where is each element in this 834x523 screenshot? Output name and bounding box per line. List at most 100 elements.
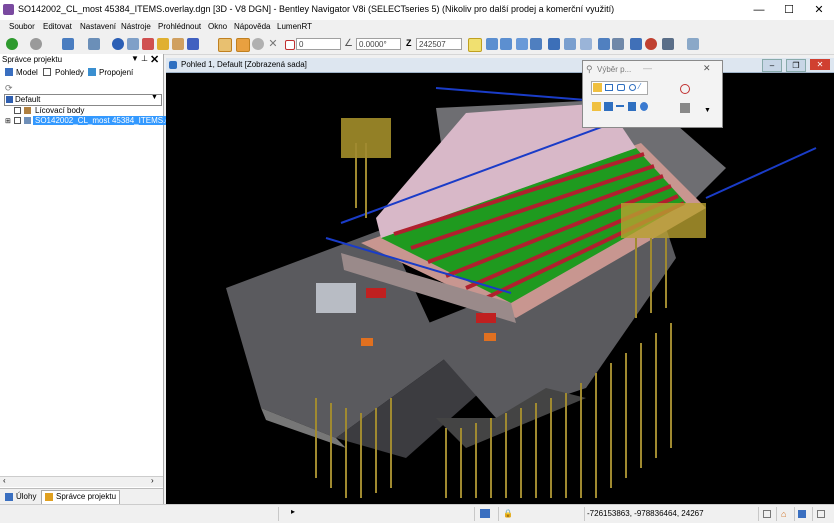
- info-icon[interactable]: [112, 38, 124, 50]
- highlight-icon[interactable]: [157, 38, 169, 50]
- title-bar: SO142002_CL_most 45384_ITEMS.overlay.dgn…: [0, 0, 834, 20]
- image-icon[interactable]: [172, 38, 184, 50]
- view-title-bar: Pohled 1, Default [Zobrazená sada] – ❐ ✕: [166, 58, 834, 73]
- menu-nastaveni[interactable]: Nastavení: [80, 22, 116, 31]
- measure-icon[interactable]: [127, 38, 139, 50]
- project-manager-panel: Správce projektu ▼ ⊥ ✕ Model Pohledy Pro…: [0, 53, 181, 505]
- camera-icon[interactable]: [598, 38, 610, 50]
- minimize-button[interactable]: —: [744, 0, 774, 20]
- stop-icon[interactable]: [645, 38, 657, 50]
- pin-icon[interactable]: ⊥: [141, 54, 148, 63]
- selection-tool-title: Výběr p...: [597, 65, 632, 74]
- refresh-icon[interactable]: ⟳: [5, 83, 13, 94]
- tab-model[interactable]: Model: [16, 68, 38, 77]
- scroll-right-icon[interactable]: ›: [151, 476, 154, 485]
- display-style-icon[interactable]: [630, 38, 642, 50]
- snap-mode-icon[interactable]: [236, 38, 250, 52]
- view-window[interactable]: [166, 58, 834, 504]
- grid-status-icon[interactable]: [817, 510, 825, 518]
- globe-select-icon[interactable]: [640, 102, 648, 111]
- window-area-icon[interactable]: [548, 38, 560, 50]
- panel-close-icon[interactable]: ✕: [150, 53, 159, 66]
- chevron-down-icon[interactable]: ▼: [704, 107, 711, 114]
- markup-icon[interactable]: [142, 38, 154, 50]
- rotation-field[interactable]: 0: [296, 38, 341, 50]
- previous-view-icon[interactable]: [564, 38, 576, 50]
- maximize-button[interactable]: ☐: [774, 0, 804, 20]
- zoom-icon[interactable]: [500, 38, 512, 50]
- menu-editovat[interactable]: Editovat: [43, 22, 72, 31]
- z-field[interactable]: 242507: [416, 38, 462, 50]
- shape-select-icon[interactable]: [617, 84, 625, 91]
- fit-view-icon[interactable]: [530, 38, 542, 50]
- lock-icon[interactable]: 🔒: [503, 507, 513, 521]
- selection-minimize-button[interactable]: —: [643, 63, 652, 73]
- angle-field[interactable]: 0.0000°: [356, 38, 401, 50]
- selection-options-row: [591, 101, 648, 113]
- view-restore-button[interactable]: ❐: [786, 59, 806, 72]
- menu-prohlednout[interactable]: Prohlédnout: [158, 22, 201, 31]
- view-rotate-icon[interactable]: [516, 38, 528, 50]
- checkbox[interactable]: [14, 117, 21, 124]
- filter-icon[interactable]: [680, 84, 690, 94]
- view-icon: [169, 61, 177, 69]
- status-cell: ▸: [278, 507, 474, 521]
- home-icon[interactable]: ⌂: [781, 507, 786, 521]
- selection-close-button[interactable]: ✕: [703, 63, 711, 74]
- view-close-button[interactable]: ✕: [810, 59, 830, 70]
- level-icon[interactable]: [798, 510, 806, 518]
- right-railing: [705, 147, 817, 199]
- line-select-icon[interactable]: ⁄: [639, 82, 640, 91]
- menu-okno[interactable]: Okno: [208, 22, 227, 31]
- views-tab-icon: [43, 68, 51, 76]
- selection-arrow-icon[interactable]: [593, 83, 602, 92]
- cross-icon[interactable]: ✕: [267, 38, 279, 50]
- tab-spravce-projektu[interactable]: Správce projektu: [41, 490, 120, 505]
- center-icon[interactable]: [252, 38, 264, 50]
- render-icon[interactable]: [612, 38, 624, 50]
- window-icon[interactable]: [763, 510, 771, 518]
- checkbox[interactable]: [14, 107, 21, 114]
- panel-menu-icon[interactable]: ▼: [131, 54, 139, 63]
- tree-item[interactable]: Lícovací body: [4, 106, 160, 116]
- z-label: Z: [406, 38, 412, 48]
- tree-item[interactable]: ⊞ SO142002_CL_most 45384_ITEMS.dgn: [4, 116, 181, 126]
- settings-icon[interactable]: [687, 38, 699, 50]
- menu-napoveda[interactable]: Nápověda: [234, 22, 270, 31]
- horizontal-scrollbar[interactable]: ‹ ›: [0, 476, 163, 487]
- model-select[interactable]: Default ▼: [4, 94, 162, 106]
- rectangle-select-icon[interactable]: [605, 84, 613, 91]
- clear-select-icon[interactable]: [628, 102, 636, 111]
- subtract-select-icon[interactable]: [604, 102, 613, 111]
- references-icon[interactable]: [88, 38, 100, 50]
- view-minimize-button[interactable]: –: [762, 59, 782, 72]
- chevron-down-icon[interactable]: ▼: [151, 94, 158, 101]
- menu-lumenrt[interactable]: LumenRT: [277, 22, 312, 31]
- snap-icon[interactable]: [218, 38, 232, 52]
- select-arrow-icon[interactable]: [468, 38, 482, 52]
- tab-ulohy[interactable]: Úlohy: [16, 492, 36, 501]
- open-icon[interactable]: [62, 38, 74, 50]
- tab-propojeni[interactable]: Propojení: [99, 68, 133, 77]
- menu-soubor[interactable]: Soubor: [9, 22, 35, 31]
- expand-icon[interactable]: ⊞: [5, 117, 11, 125]
- forward-icon[interactable]: [30, 38, 42, 50]
- menu-nastroje[interactable]: Nástroje: [121, 22, 151, 31]
- status-cell: [794, 507, 811, 521]
- snap-status-icon[interactable]: [480, 509, 490, 518]
- close-button[interactable]: ✕: [804, 0, 834, 20]
- back-icon[interactable]: [6, 38, 18, 50]
- circle-select-icon[interactable]: [629, 84, 636, 91]
- pointer-options-icon[interactable]: [680, 103, 690, 113]
- scroll-left-icon[interactable]: ‹: [3, 476, 6, 485]
- model-icon: [6, 96, 13, 103]
- grid-icon[interactable]: [187, 38, 199, 50]
- add-select-icon[interactable]: [592, 102, 601, 111]
- view-settings-icon[interactable]: [662, 38, 674, 50]
- next-view-icon[interactable]: [580, 38, 592, 50]
- bridge-3d-model: [226, 87, 817, 498]
- pan-icon[interactable]: [486, 38, 498, 50]
- tab-pohledy[interactable]: Pohledy: [55, 68, 84, 77]
- invert-select-icon[interactable]: [616, 105, 624, 107]
- support-pad: [361, 338, 373, 346]
